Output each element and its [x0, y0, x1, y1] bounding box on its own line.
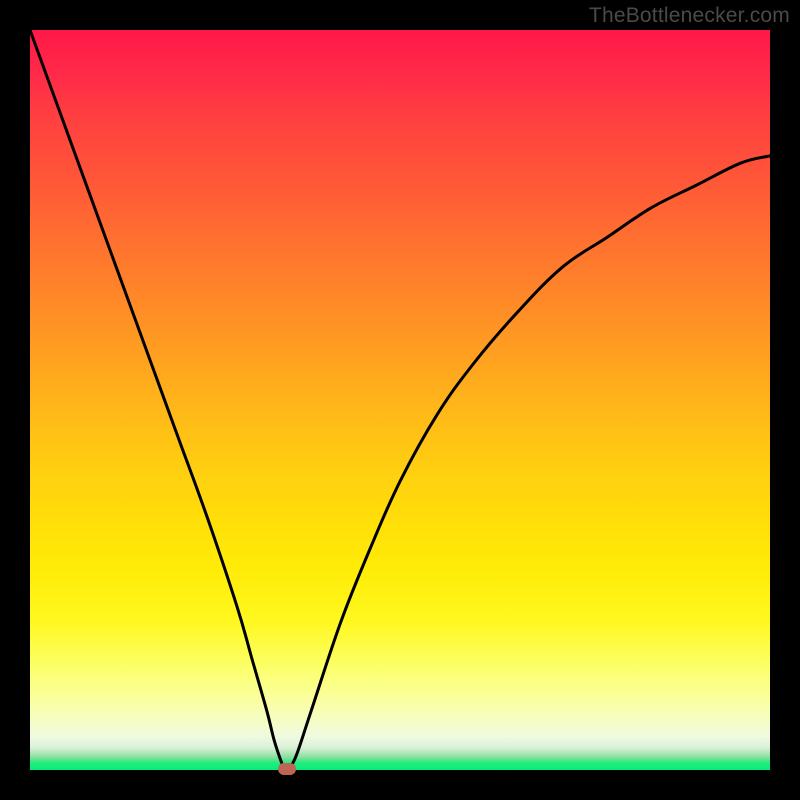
curve-svg	[30, 30, 770, 770]
plot-area	[30, 30, 770, 770]
bottleneck-curve	[30, 30, 770, 770]
optimal-point-marker	[278, 763, 296, 775]
attribution-watermark: TheBottlenecker.com	[589, 4, 790, 28]
chart-container: TheBottlenecker.com	[0, 0, 800, 800]
